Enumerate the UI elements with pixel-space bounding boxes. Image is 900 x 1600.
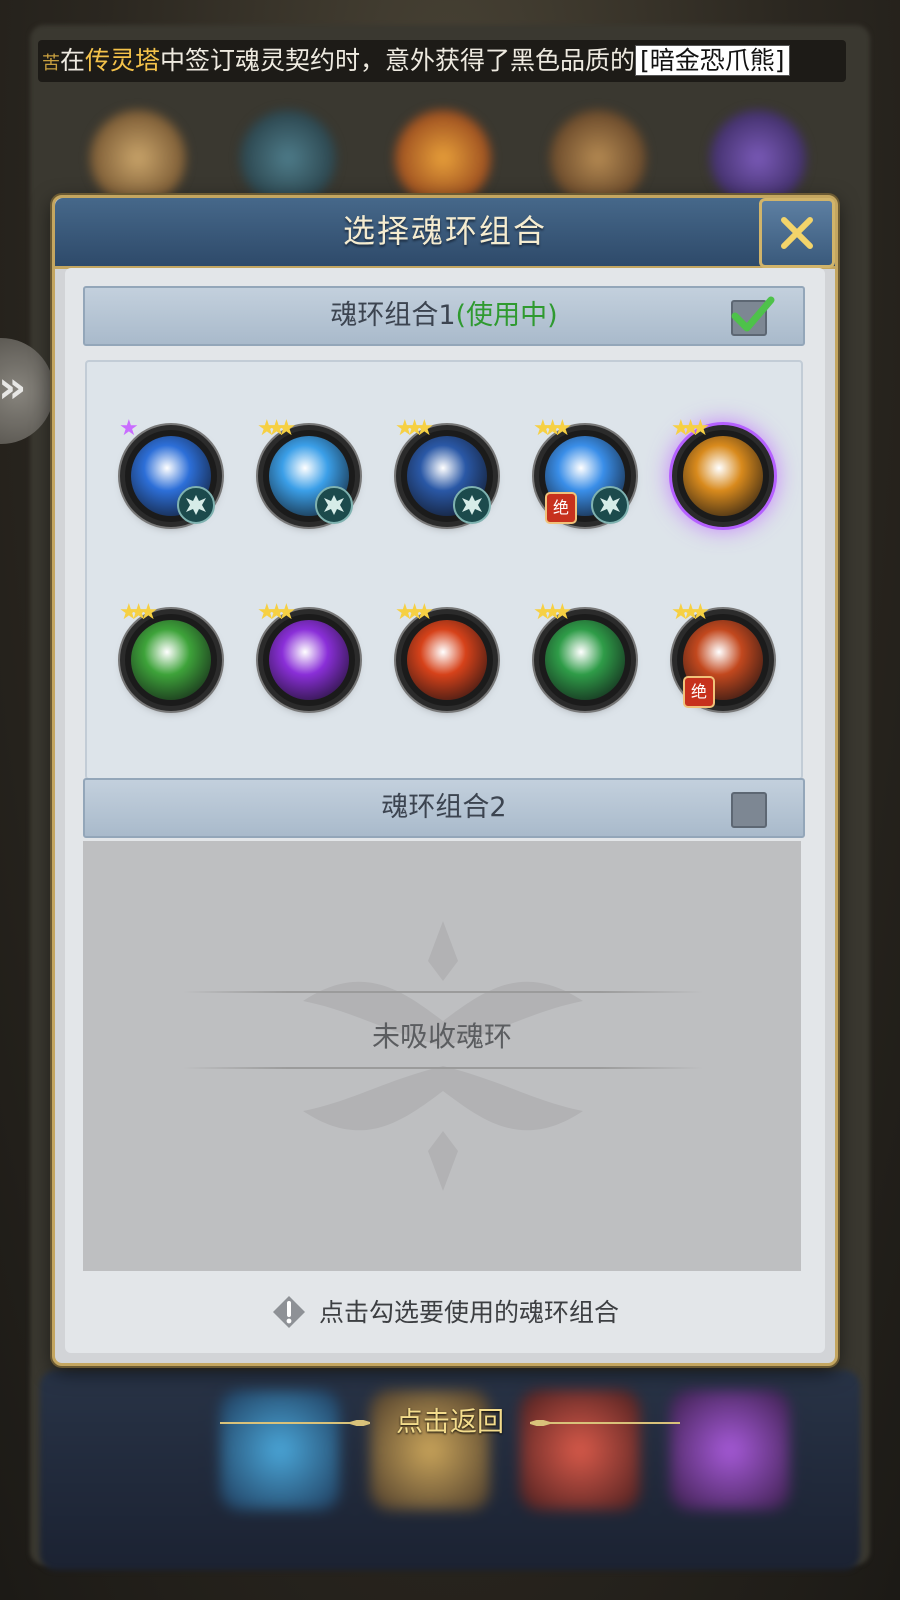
soul-ring-1[interactable]: ★ [119,418,217,524]
ticker-location: 传灵塔 [85,46,161,75]
checkmark-icon [731,296,775,332]
dialog-body: 魂环组合1(使用中) ★ ★★★ ★★★ ★★★ 绝 ★★★ ★★★ ★★★ ★★★ ★★★ ★★★… [65,268,825,1353]
purple-crystal-icon [269,620,349,700]
ticker-text-middle: 中签订魂灵契约时，意外获得了黑色品质的 [160,46,636,75]
background-portrait [395,110,491,206]
soul-ring-10[interactable]: ★★★ 绝 [671,602,769,708]
divider-line [183,1067,703,1069]
background-portrait [90,110,186,206]
background-portrait [240,110,336,206]
ticker-cut-fragment: 苦 [42,53,60,74]
soul-ring-combo-dialog: 选择魂环组合 魂环组合1(使用中) ★ ★★★ ★★★ ★★★ 绝 ★★★ ★★★ ★★★ ★★… [52,195,838,1366]
star-rating: ★★★ [671,416,710,441]
no-rings-absorbed-text: 未吸收魂环 [371,1020,512,1053]
double-chevron-right-icon: » [0,362,27,413]
soul-ring-4[interactable]: ★★★ 绝 [533,418,631,524]
background-portrait-row [60,110,850,206]
star-rating: ★★★ [533,600,572,625]
star-rating: ★★★ [395,600,434,625]
golden-swirl-shield-icon [683,436,763,516]
star-rating: ★★★ [671,600,710,625]
soul-ring-3[interactable]: ★★★ [395,418,493,524]
broadcast-ticker: 苦在传灵塔中签订魂灵契约时，意外获得了黑色品质的 [暗金恐爪熊] [38,40,846,82]
combo-2-label: 魂环组合2 [381,792,507,823]
right-ornament-icon [530,1420,680,1426]
dialog-title: 选择魂环组合 [342,212,547,250]
ticker-item-name: [暗金恐爪熊] [635,45,790,76]
soul-ring-8[interactable]: ★★★ [395,602,493,706]
hint-text: 点击勾选要使用的魂环组合 [318,1298,619,1327]
combo-1-label: 魂环组合1 [330,300,456,331]
combo-1-checkbox[interactable] [731,296,775,336]
bad-spirit-icon [315,486,353,524]
soul-ring-2[interactable]: ★★★ [257,418,355,524]
fire-demon-icon [407,620,487,700]
star-rating: ★★★ [119,600,158,625]
tap-to-return-button[interactable]: 点击返回 [0,1398,900,1448]
green-shield-icon [545,620,625,700]
bad-spirit-icon [453,486,491,524]
background-portrait [710,110,806,206]
star-rating: ★ [119,416,138,441]
jue-badge: 绝 [683,676,715,708]
hint-row: 点击勾选要使用的魂环组合 [65,1293,825,1332]
combo-2-header[interactable]: 魂环组合2 [83,778,805,838]
tap-to-return-label: 点击返回 [396,1407,504,1438]
green-sprout-icon [131,620,211,700]
star-rating: ★★★ [533,416,572,441]
combo-2-empty-panel: 未吸收魂环 [83,841,801,1271]
bad-spirit-icon [177,486,215,524]
combo-1-in-use-status: (使用中) [455,300,558,331]
soul-ring-6[interactable]: ★★★ [119,602,217,706]
close-icon [781,217,813,249]
soul-ring-5[interactable]: ★★★ [671,418,769,522]
combo-2-checkbox[interactable] [731,792,767,828]
warning-diamond-icon [272,1296,305,1328]
ornament-emblem-icon [303,921,583,1191]
soul-ring-9[interactable]: ★★★ [533,602,631,706]
combo-1-title: 魂环组合1(使用中) [85,288,803,344]
star-rating: ★★★ [395,416,434,441]
left-ornament-icon [220,1420,370,1426]
ticker-text: 苦在传灵塔中签订魂灵契约时，意外获得了黑色品质的 [暗金恐爪熊] [42,44,790,81]
divider-line [183,991,703,993]
bad-spirit-icon [591,486,629,524]
star-rating: ★★★ [257,416,296,441]
jue-badge: 绝 [545,492,577,524]
background-portrait [550,110,646,206]
ticker-text-before: 在 [60,46,86,75]
combo-2-title: 魂环组合2 [85,780,803,836]
star-rating: ★★★ [257,600,296,625]
soul-ring-7[interactable]: ★★★ [257,602,355,706]
close-button[interactable] [759,198,835,268]
combo-1-header[interactable]: 魂环组合1(使用中) [83,286,805,346]
combo-1-ring-grid: ★ ★★★ ★★★ ★★★ 绝 ★★★ ★★★ ★★★ ★★★ ★★★ ★★★ 绝 [85,360,803,780]
dialog-header: 选择魂环组合 [55,198,835,269]
